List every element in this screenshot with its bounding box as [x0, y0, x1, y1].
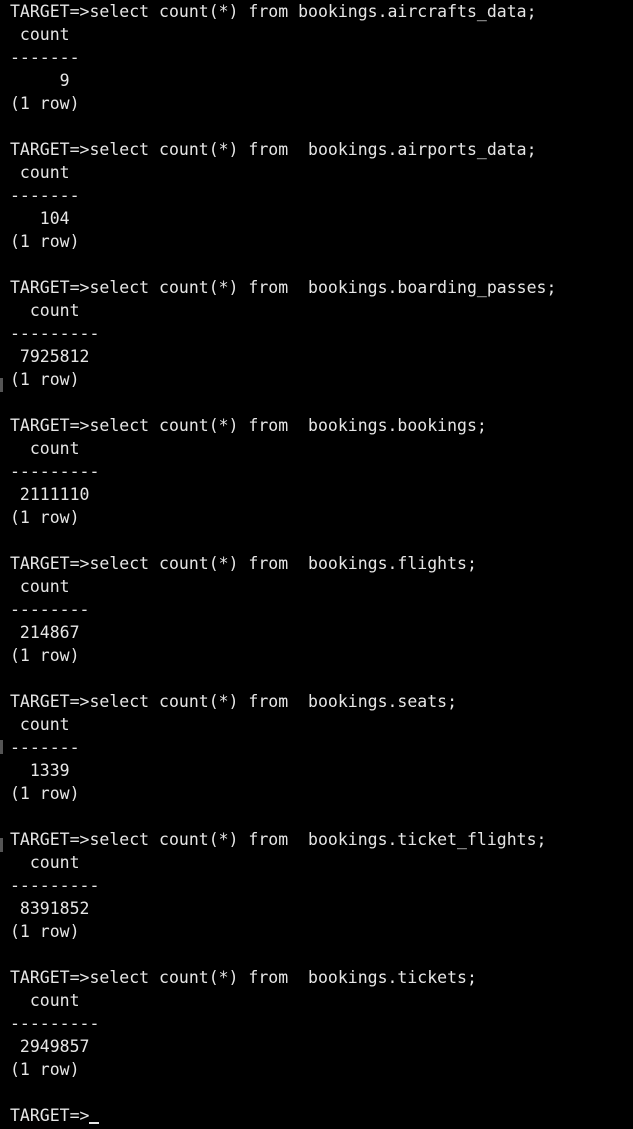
result-value: 214867 [10, 623, 80, 642]
row-count: (1 row) [10, 784, 80, 803]
row-count: (1 row) [10, 94, 80, 113]
query-block: TARGET=>select count(*) from bookings.fl… [10, 552, 633, 667]
sql-command: select count(*) from bookings.flights; [89, 554, 477, 573]
command-line: TARGET=>select count(*) from bookings.ti… [10, 966, 633, 989]
left-edge-marks [0, 0, 3, 1129]
result-separator: -------- [10, 600, 90, 619]
command-line: TARGET=>select count(*) from bookings.se… [10, 690, 633, 713]
result-separator: --------- [10, 1014, 100, 1033]
sql-command: select count(*) from bookings.tickets; [89, 968, 477, 987]
sql-command: select count(*) from bookings.seats; [89, 692, 458, 711]
active-prompt-line[interactable]: TARGET=> [10, 1104, 633, 1127]
row-count: (1 row) [10, 508, 80, 527]
result-value: 7925812 [10, 347, 90, 366]
result-value: 9 [10, 71, 70, 90]
edge-mark [0, 838, 3, 852]
prompt: TARGET=> [10, 554, 90, 573]
row-count: (1 row) [10, 1060, 80, 1079]
sql-command: select count(*) from bookings.ticket_fli… [89, 830, 547, 849]
query-block: TARGET=>select count(*) from bookings.ai… [10, 138, 633, 253]
final-prompt: TARGET=> [10, 1106, 90, 1125]
query-block: TARGET=>select count(*) from bookings.ai… [10, 0, 633, 115]
result-separator: --------- [10, 462, 100, 481]
result-header: count [10, 715, 70, 734]
command-line: TARGET=>select count(*) from bookings.ai… [10, 0, 633, 23]
row-count: (1 row) [10, 646, 80, 665]
result-header: count [10, 853, 80, 872]
result-separator: ------- [10, 738, 80, 757]
prompt: TARGET=> [10, 2, 90, 21]
sql-command: select count(*) from bookings.aircrafts_… [89, 2, 537, 21]
result-header: count [10, 301, 80, 320]
row-count: (1 row) [10, 922, 80, 941]
result-header: count [10, 439, 80, 458]
result-header: count [10, 577, 70, 596]
query-block: TARGET=>select count(*) from bookings.bo… [10, 414, 633, 529]
query-output-list: TARGET=>select count(*) from bookings.ai… [10, 0, 633, 1081]
prompt: TARGET=> [10, 692, 90, 711]
prompt: TARGET=> [10, 830, 90, 849]
result-value: 1339 [10, 761, 70, 780]
result-separator: ------- [10, 48, 80, 67]
result-value: 2949857 [10, 1037, 90, 1056]
row-count: (1 row) [10, 232, 80, 251]
result-separator: --------- [10, 876, 100, 895]
row-count: (1 row) [10, 370, 80, 389]
command-line: TARGET=>select count(*) from bookings.bo… [10, 276, 633, 299]
edge-mark [0, 740, 3, 754]
query-block: TARGET=>select count(*) from bookings.ti… [10, 828, 633, 943]
result-separator: ------- [10, 186, 80, 205]
result-value: 104 [10, 209, 70, 228]
result-header: count [10, 163, 70, 182]
sql-command: select count(*) from bookings.airports_d… [89, 140, 537, 159]
prompt: TARGET=> [10, 968, 90, 987]
result-separator: --------- [10, 324, 100, 343]
terminal-window[interactable]: TARGET=>select count(*) from bookings.ai… [0, 0, 633, 1129]
result-header: count [10, 25, 70, 44]
result-value: 2111110 [10, 485, 90, 504]
command-line: TARGET=>select count(*) from bookings.fl… [10, 552, 633, 575]
sql-command: select count(*) from bookings.bookings; [89, 416, 487, 435]
command-line: TARGET=>select count(*) from bookings.ti… [10, 828, 633, 851]
result-header: count [10, 991, 80, 1010]
command-line: TARGET=>select count(*) from bookings.ai… [10, 138, 633, 161]
query-block: TARGET=>select count(*) from bookings.bo… [10, 276, 633, 391]
prompt: TARGET=> [10, 140, 90, 159]
query-block: TARGET=>select count(*) from bookings.ti… [10, 966, 633, 1081]
prompt: TARGET=> [10, 416, 90, 435]
query-block: TARGET=>select count(*) from bookings.se… [10, 690, 633, 805]
prompt: TARGET=> [10, 278, 90, 297]
sql-command: select count(*) from bookings.boarding_p… [89, 278, 557, 297]
result-value: 8391852 [10, 899, 90, 918]
text-cursor [89, 1122, 100, 1124]
command-line: TARGET=>select count(*) from bookings.bo… [10, 414, 633, 437]
edge-mark [0, 378, 3, 392]
